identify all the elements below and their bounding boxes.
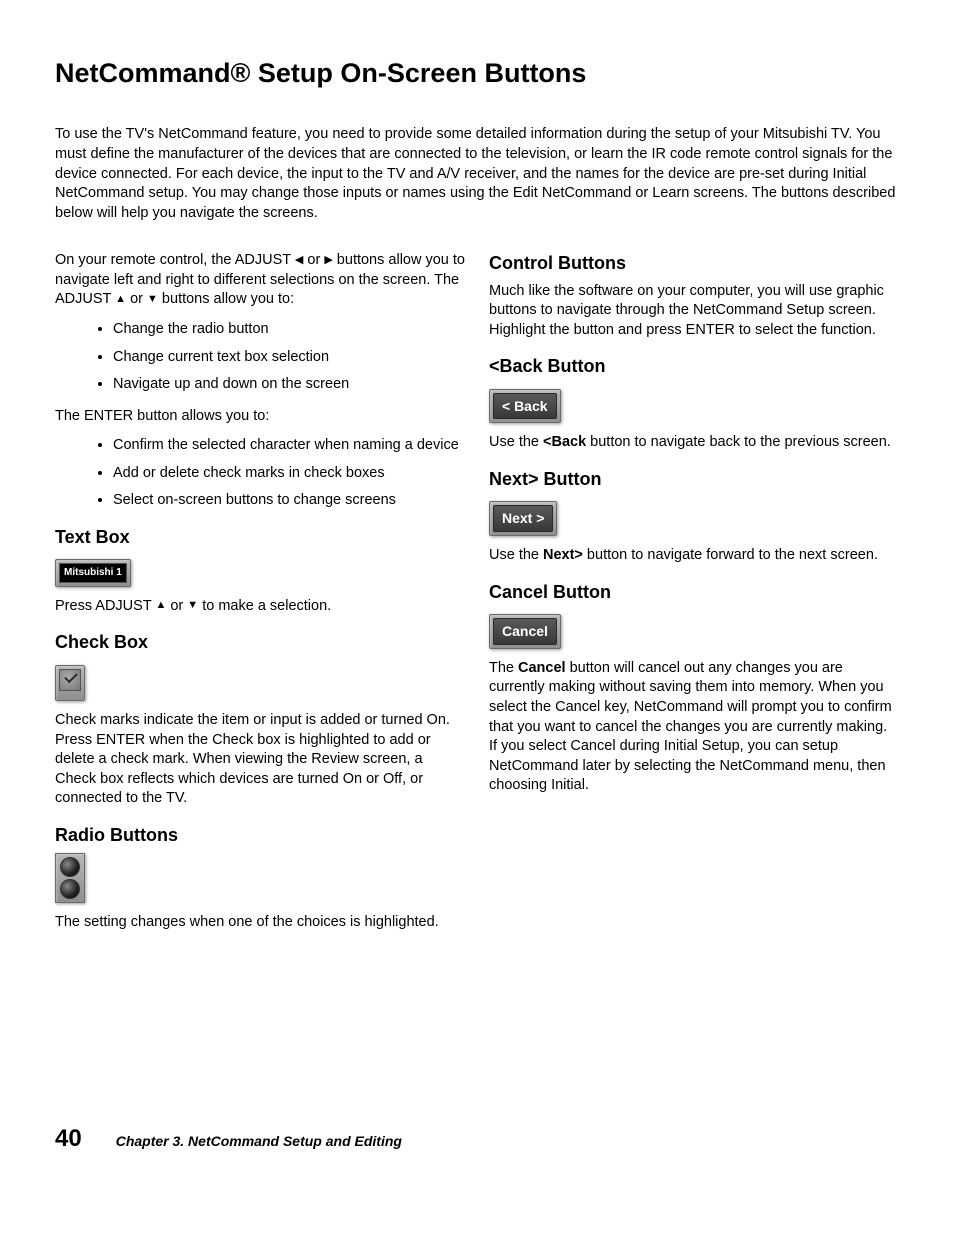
page-number: 40 [55, 1123, 82, 1155]
list-item: Select on-screen buttons to change scree… [113, 491, 465, 511]
back-heading: <Back Button [489, 354, 899, 378]
radio-icon [60, 879, 80, 899]
list-item: Change current text box selection [113, 348, 465, 368]
check-box-widget [55, 665, 85, 702]
list-item: Navigate up and down on the screen [113, 375, 465, 395]
cancel-heading: Cancel Button [489, 580, 899, 604]
left-column: On your remote control, the ADJUST ◀ or … [55, 251, 465, 943]
page-title: NetCommand® Setup On-Screen Buttons [55, 55, 899, 91]
control-heading: Control Buttons [489, 251, 899, 275]
cancel-button-label: Cancel [493, 618, 557, 645]
textbox-desc: Press ADJUST ▲ or ▼ to make a selection. [55, 597, 465, 617]
checkbox-desc: Check marks indicate the item or input i… [55, 711, 465, 809]
adjust-paragraph: On your remote control, the ADJUST ◀ or … [55, 251, 465, 310]
arrow-down-icon: ▼ [187, 598, 198, 613]
arrow-down-icon: ▼ [147, 292, 158, 307]
arrow-right-icon: ▶ [324, 253, 332, 268]
back-button-widget: < Back [489, 389, 561, 424]
control-desc: Much like the software on your computer,… [489, 282, 899, 341]
cancel-desc: The Cancel button will cancel out any ch… [489, 659, 899, 796]
list-item: Change the radio button [113, 320, 465, 340]
right-column: Control Buttons Much like the software o… [489, 251, 899, 943]
checkbox-heading: Check Box [55, 630, 465, 654]
next-heading: Next> Button [489, 467, 899, 491]
arrow-up-icon: ▲ [155, 598, 166, 613]
arrow-up-icon: ▲ [115, 292, 126, 307]
page-footer: 40 Chapter 3. NetCommand Setup and Editi… [55, 1123, 899, 1155]
text-box-widget: Mitsubishi 1 [55, 559, 131, 587]
next-desc: Use the Next> button to navigate forward… [489, 546, 899, 566]
checkmark-icon [59, 669, 81, 691]
intro-paragraph: To use the TV's NetCommand feature, you … [55, 125, 899, 223]
cancel-button-widget: Cancel [489, 614, 561, 649]
radio-heading: Radio Buttons [55, 823, 465, 847]
list-item: Add or delete check marks in check boxes [113, 464, 465, 484]
chapter-label: Chapter 3. NetCommand Setup and Editing [116, 1132, 402, 1151]
textbox-heading: Text Box [55, 525, 465, 549]
radio-widget [55, 853, 85, 903]
back-desc: Use the <Back button to navigate back to… [489, 433, 899, 453]
next-button-widget: Next > [489, 501, 557, 536]
back-button-label: < Back [493, 393, 557, 420]
enter-intro: The ENTER button allows you to: [55, 407, 465, 427]
radio-desc: The setting changes when one of the choi… [55, 913, 465, 933]
next-button-label: Next > [493, 505, 553, 532]
list-item: Confirm the selected character when nami… [113, 436, 465, 456]
adjust-list: Change the radio button Change current t… [55, 320, 465, 395]
text-box-label: Mitsubishi 1 [59, 563, 127, 583]
enter-list: Confirm the selected character when nami… [55, 436, 465, 511]
radio-icon [60, 857, 80, 877]
